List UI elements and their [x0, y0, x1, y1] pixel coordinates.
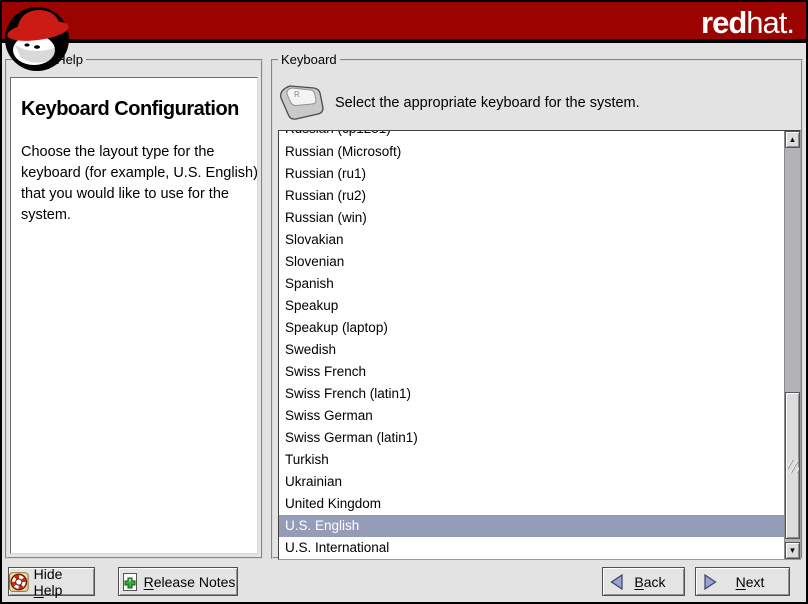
redhat-wordmark: redhat.: [701, 5, 794, 41]
svg-text:R: R: [294, 90, 300, 99]
wordmark-red: red: [701, 5, 746, 40]
keyboard-list[interactable]: Russian (cp1251) Russian (Microsoft)Russ…: [278, 130, 801, 560]
keyboard-frame-label: Keyboard: [278, 52, 340, 68]
help-body-text: Choose the layout type for the keyboard …: [21, 142, 258, 226]
list-item[interactable]: U.S. English: [279, 515, 784, 537]
list-item[interactable]: United Kingdom: [279, 493, 784, 515]
list-item[interactable]: Swiss German (latin1): [279, 427, 784, 449]
list-item[interactable]: Slovakian: [279, 229, 784, 251]
list-item[interactable]: Swiss French (latin1): [279, 383, 784, 405]
back-arrow-icon: [609, 573, 625, 591]
up-arrow-icon: ▲: [789, 135, 797, 144]
list-item[interactable]: Swiss French: [279, 361, 784, 383]
keyboard-list-items: Russian (Microsoft)Russian (ru1)Russian …: [279, 141, 784, 559]
wordmark-period: .: [786, 5, 794, 40]
online-help-frame: Online Help Keyboard Configuration Choos…: [5, 59, 263, 559]
keyboard-frame: Keyboard R Select the appropriate keyboa…: [271, 59, 803, 559]
back-button[interactable]: Back: [602, 567, 685, 596]
list-scrollbar[interactable]: ▲ ▼: [784, 131, 800, 559]
list-item[interactable]: Swiss German: [279, 405, 784, 427]
back-label: Back: [630, 574, 670, 590]
list-item[interactable]: Russian (ru1): [279, 163, 784, 185]
list-item[interactable]: U.S. International: [279, 537, 784, 559]
keyboard-key-icon: R: [279, 83, 325, 123]
next-label: Next: [723, 574, 777, 590]
keyboard-list-rows: Russian (cp1251) Russian (Microsoft)Russ…: [279, 131, 784, 559]
list-item[interactable]: Speakup (laptop): [279, 317, 784, 339]
keyboard-header: R Select the appropriate keyboard for th…: [279, 81, 640, 125]
list-item[interactable]: Ukrainian: [279, 471, 784, 493]
list-item[interactable]: Russian (win): [279, 207, 784, 229]
scrollbar-thumb[interactable]: [785, 392, 800, 539]
list-item[interactable]: Spanish: [279, 273, 784, 295]
next-button[interactable]: Next: [695, 567, 790, 596]
hide-help-button[interactable]: Hide Help: [8, 567, 95, 596]
installer-window: redhat. ® Online Help Keyboard Configura…: [0, 0, 808, 604]
list-item[interactable]: Russian (Microsoft): [279, 141, 784, 163]
life-buoy-icon: [9, 572, 29, 592]
hide-help-label: Hide Help: [34, 566, 94, 598]
online-help-panel: Keyboard Configuration Choose the layout…: [10, 77, 258, 554]
list-item[interactable]: Swedish: [279, 339, 784, 361]
down-arrow-icon: ▼: [789, 546, 797, 555]
release-notes-icon: [121, 572, 139, 592]
list-item-partial[interactable]: Russian (cp1251): [279, 131, 784, 141]
list-item[interactable]: Russian (ru2): [279, 185, 784, 207]
release-notes-label: Release Notes: [144, 574, 236, 590]
top-banner: redhat.: [2, 2, 806, 43]
help-title: Keyboard Configuration: [21, 98, 249, 121]
list-item[interactable]: Slovenian: [279, 251, 784, 273]
next-arrow-icon: [702, 573, 718, 591]
list-item[interactable]: Speakup: [279, 295, 784, 317]
release-notes-button[interactable]: Release Notes: [118, 567, 238, 596]
wordmark-hat: hat: [746, 5, 786, 40]
scrollbar-up-button[interactable]: ▲: [785, 131, 800, 148]
redhat-shadowman-icon: ®: [3, 3, 73, 73]
scrollbar-grip-icon: [788, 460, 799, 473]
svg-text:®: ®: [63, 42, 69, 50]
list-item[interactable]: Turkish: [279, 449, 784, 471]
keyboard-instruction: Select the appropriate keyboard for the …: [335, 95, 640, 111]
scrollbar-down-button[interactable]: ▼: [785, 542, 800, 559]
